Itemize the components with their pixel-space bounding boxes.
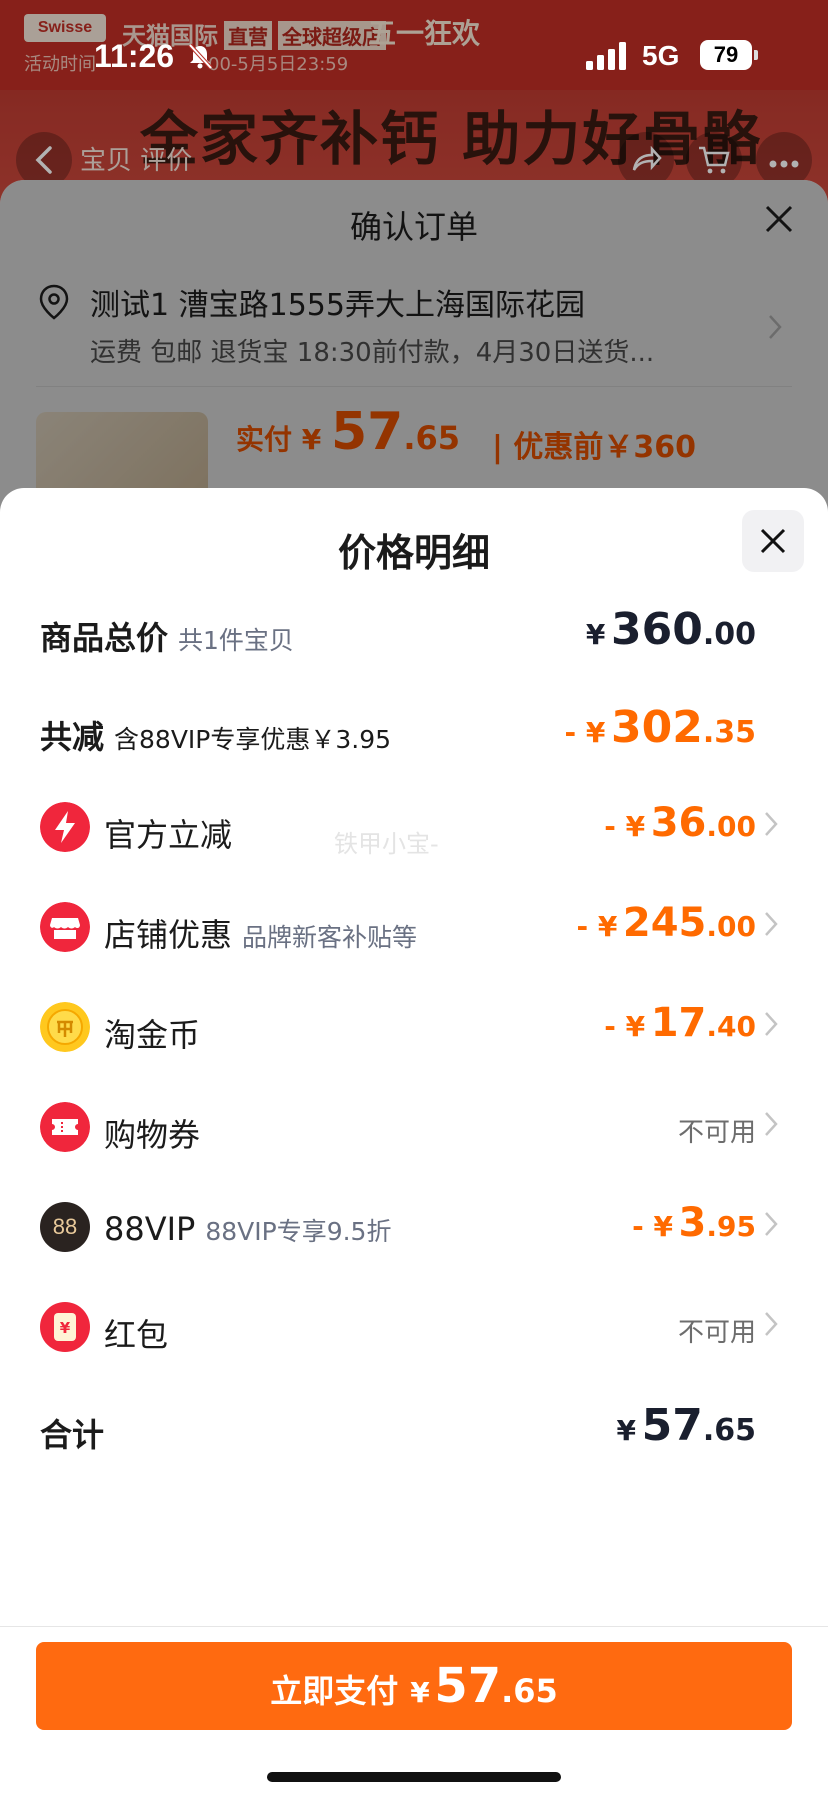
cellular-signal-icon xyxy=(586,42,626,70)
row-88vip[interactable]: 88 88VIP 88VIP专享9.5折 - ¥ 3.95 xyxy=(0,1188,828,1268)
row-grand-total: 合计 ¥ 57.65 xyxy=(0,1388,828,1468)
status-bar: 11:26 5G 79 xyxy=(0,0,828,110)
total-discount-label: 共减 含88VIP专享优惠￥3.95 xyxy=(40,712,391,758)
amount-int: 36 xyxy=(650,800,707,846)
currency: - ¥ xyxy=(632,1210,673,1243)
currency: - ¥ xyxy=(604,1010,646,1043)
pay-currency: ¥ xyxy=(410,1676,430,1709)
shopping-voucher-label: 购物券 xyxy=(104,1116,201,1154)
row-taojinbi[interactable]: 淘金币 - ¥ 17.40 xyxy=(0,988,828,1068)
row-red-packet[interactable]: ¥ 红包 不可用 xyxy=(0,1288,828,1368)
store-discount-label: 店铺优惠 品牌新客补贴等 xyxy=(104,910,417,956)
footer-divider xyxy=(0,1626,828,1627)
lightning-icon xyxy=(40,802,90,852)
row-total-discount: 共减 含88VIP专享优惠￥3.95 - ¥ 302.35 xyxy=(0,644,828,756)
pay-now-button[interactable]: 立即支付 ¥ 57.65 xyxy=(36,1642,792,1730)
amount-int: 245 xyxy=(622,900,707,946)
vip-discount-amount: - ¥ 3.95 xyxy=(632,1200,756,1246)
chevron-right-icon xyxy=(765,1312,778,1336)
ticket-icon xyxy=(40,1102,90,1152)
amount-dec: .40 xyxy=(706,1010,756,1043)
status-time: 11:26 xyxy=(94,38,175,74)
amount-int: 57 xyxy=(641,1400,703,1451)
red-packet-icon: ¥ xyxy=(40,1302,90,1352)
vip-discount-note: 含88VIP专享优惠￥3.95 xyxy=(114,725,392,754)
red-packet-label: 红包 xyxy=(104,1316,169,1354)
bell-mute-icon xyxy=(188,43,213,70)
official-discount-amount: - ¥ 36.00 xyxy=(604,800,756,846)
amount-int: 17 xyxy=(650,1000,707,1046)
amount-int: 3 xyxy=(678,1200,707,1246)
currency: - ¥ xyxy=(564,716,606,749)
pay-label: 立即支付 xyxy=(270,1672,399,1710)
chevron-right-icon xyxy=(765,1212,778,1236)
store-discount-text: 店铺优惠 xyxy=(104,916,233,954)
amount-dec: .35 xyxy=(702,715,756,750)
red-packet-symbol: ¥ xyxy=(54,1313,76,1341)
taojinbi-amount: - ¥ 17.40 xyxy=(604,1000,756,1046)
battery-icon: 79 xyxy=(700,40,752,70)
store-discount-amount: - ¥ 245.00 xyxy=(576,900,756,946)
home-indicator[interactable] xyxy=(267,1772,561,1782)
grand-total-label: 合计 xyxy=(40,1416,105,1454)
grand-total-amount: ¥ 57.65 xyxy=(617,1400,756,1451)
gold-coin-icon xyxy=(40,1002,90,1052)
row-goods-total: 商品总价 共1件宝贝 ¥ 360.00 xyxy=(0,544,828,657)
chevron-right-icon xyxy=(765,1012,778,1036)
red-packet-status: 不可用 xyxy=(677,1318,756,1348)
pay-dec: .65 xyxy=(501,1672,558,1710)
row-shopping-voucher[interactable]: 购物券 不可用 xyxy=(0,1088,828,1168)
store-discount-note: 品牌新客补贴等 xyxy=(242,923,418,952)
voucher-status: 不可用 xyxy=(677,1118,756,1148)
amount-int: 302 xyxy=(610,702,703,753)
currency: - ¥ xyxy=(576,910,618,943)
chevron-right-icon xyxy=(765,812,778,836)
store-icon xyxy=(40,902,90,952)
pay-int: 57 xyxy=(434,1658,502,1714)
chevron-right-icon xyxy=(765,912,778,936)
official-discount-label: 官方立减 xyxy=(104,816,233,854)
vip-note: 88VIP专享9.5折 xyxy=(205,1217,392,1246)
row-store-discount[interactable]: 店铺优惠 品牌新客补贴等 - ¥ 245.00 xyxy=(0,888,828,968)
amount-dec: .00 xyxy=(706,910,756,943)
total-discount-text: 共减 xyxy=(40,718,105,756)
total-discount-amount: - ¥ 302.35 xyxy=(565,702,756,753)
watermark-text: 铁甲小宝- xyxy=(334,830,439,858)
price-detail-sheet: 价格明细 商品总价 共1件宝贝 ¥ 360.00 共减 含88VIP专享优惠￥3.9… xyxy=(0,488,828,1795)
chevron-right-icon xyxy=(765,1112,778,1136)
amount-dec: .65 xyxy=(702,1413,756,1448)
battery-cap xyxy=(754,50,758,60)
currency: - ¥ xyxy=(604,810,646,843)
vip-label: 88VIP 88VIP专享9.5折 xyxy=(104,1210,391,1248)
vip-text: 88VIP xyxy=(104,1210,196,1248)
taojinbi-label: 淘金币 xyxy=(104,1016,201,1054)
currency: ¥ xyxy=(616,1414,637,1447)
network-type: 5G xyxy=(642,40,680,71)
amount-dec: .00 xyxy=(706,810,756,843)
amount-dec: .95 xyxy=(706,1210,756,1243)
vip-badge-icon: 88 xyxy=(40,1202,90,1252)
